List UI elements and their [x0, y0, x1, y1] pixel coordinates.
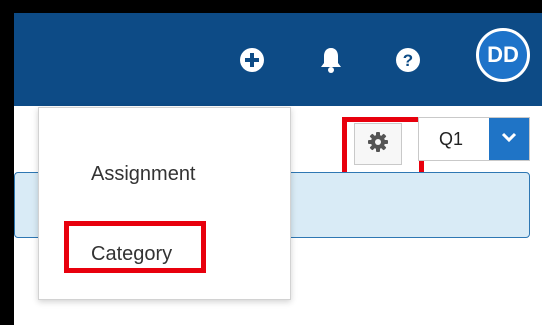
user-avatar[interactable]: DD — [476, 28, 530, 82]
top-navigation-bar: ? DD — [14, 13, 542, 106]
add-circle-icon[interactable] — [237, 45, 267, 75]
bell-icon[interactable] — [316, 45, 346, 75]
settings-button[interactable] — [354, 123, 402, 165]
quarter-value: Q1 — [439, 129, 464, 149]
menu-item-assignment[interactable]: Assignment — [91, 163, 196, 186]
app-frame: ? DD Q1 Assignment Category — [14, 13, 542, 325]
svg-text:?: ? — [403, 51, 413, 70]
quarter-dropdown-button[interactable] — [489, 118, 529, 160]
gear-icon — [367, 131, 389, 158]
help-icon[interactable]: ? — [393, 45, 423, 75]
quarter-select[interactable]: Q1 — [418, 117, 530, 161]
chevron-down-icon — [501, 130, 517, 148]
menu-item-category[interactable]: Category — [91, 243, 172, 266]
settings-menu: Assignment Category — [38, 107, 291, 300]
